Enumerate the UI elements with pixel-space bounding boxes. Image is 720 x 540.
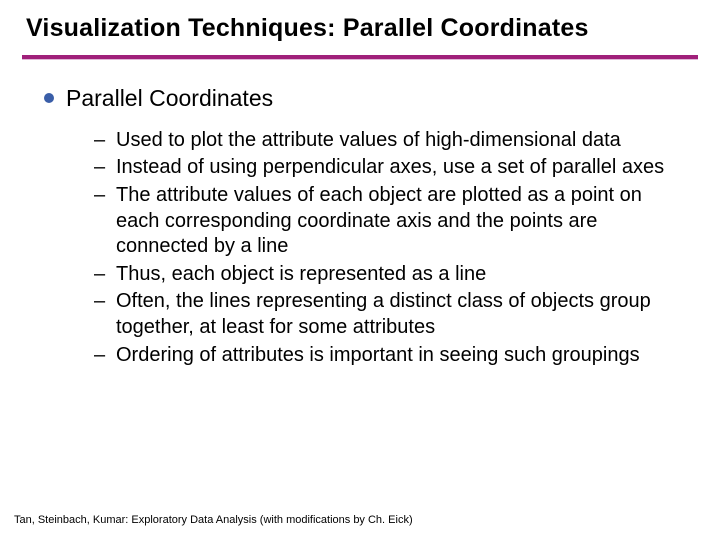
slide: Visualization Techniques: Parallel Coord… <box>0 0 720 540</box>
dash-icon: – <box>92 183 116 209</box>
slide-body: Parallel Coordinates – Used to plot the … <box>0 60 720 368</box>
level2-text: Thus, each object is represented as a li… <box>116 262 680 288</box>
dash-icon: – <box>92 343 116 369</box>
level2-list: – Used to plot the attribute values of h… <box>44 120 680 368</box>
dash-icon: – <box>92 262 116 288</box>
dash-icon: – <box>92 128 116 154</box>
level2-text: Ordering of attributes is important in s… <box>116 343 680 369</box>
level2-item: – Used to plot the attribute values of h… <box>92 128 680 154</box>
level2-item: – Ordering of attributes is important in… <box>92 343 680 369</box>
level2-text: Often, the lines representing a distinct… <box>116 289 680 340</box>
dash-icon: – <box>92 155 116 181</box>
dash-icon: – <box>92 289 116 315</box>
slide-title: Visualization Techniques: Parallel Coord… <box>0 0 720 49</box>
level1-item: Parallel Coordinates <box>44 84 680 114</box>
level2-text: The attribute values of each object are … <box>116 183 680 260</box>
level2-text: Instead of using perpendicular axes, use… <box>116 155 680 181</box>
level2-item: – The attribute values of each object ar… <box>92 183 680 260</box>
level2-text: Used to plot the attribute values of hig… <box>116 128 680 154</box>
level1-text: Parallel Coordinates <box>66 84 273 114</box>
level2-item: – Instead of using perpendicular axes, u… <box>92 155 680 181</box>
bullet-icon <box>44 93 54 103</box>
footer-citation: Tan, Steinbach, Kumar: Exploratory Data … <box>14 514 413 526</box>
level2-item: – Often, the lines representing a distin… <box>92 289 680 340</box>
level2-item: – Thus, each object is represented as a … <box>92 262 680 288</box>
